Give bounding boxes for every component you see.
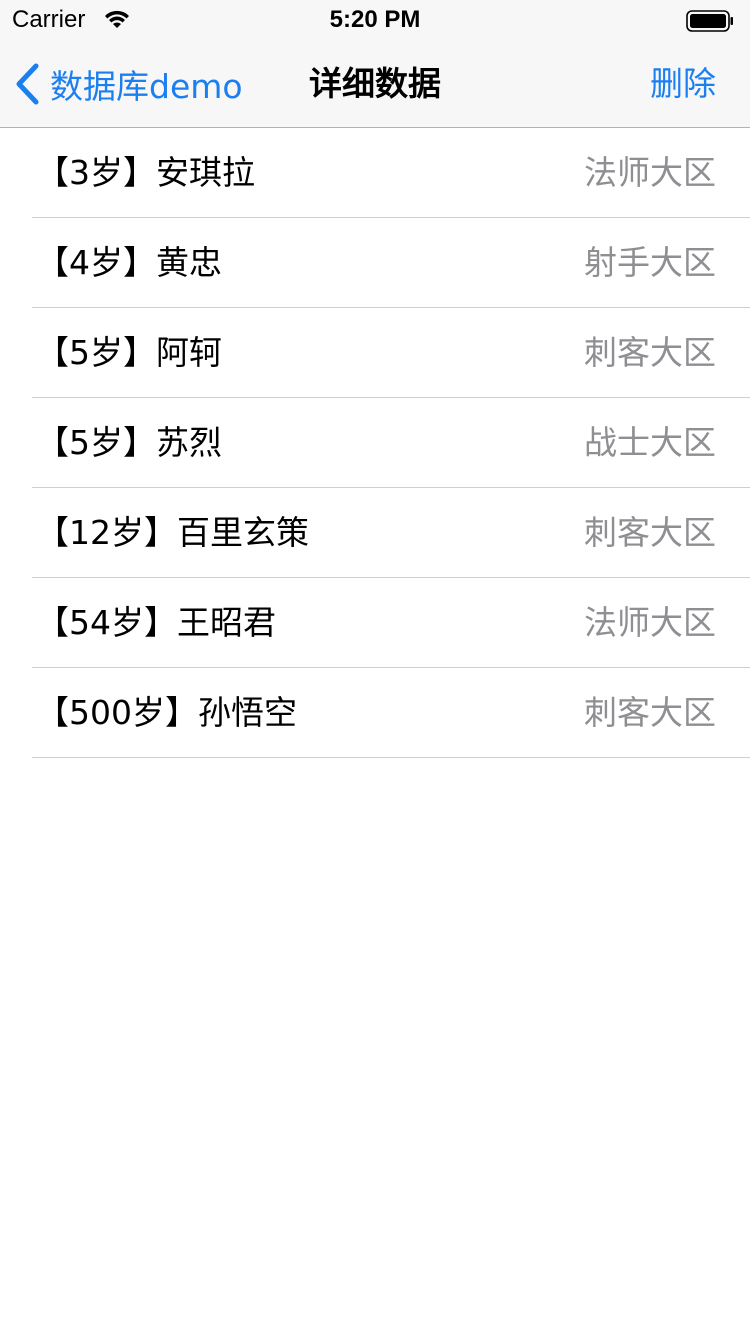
list-item-title: 【4岁】黄忠 [36, 243, 222, 282]
battery-icon [686, 10, 733, 32]
list-item-title: 【5岁】苏烈 [36, 423, 222, 462]
list-item[interactable]: 【12岁】百里玄策 刺客大区 [0, 488, 750, 578]
status-bar: Carrier 5:20 PM [0, 0, 750, 40]
list-item-detail: 法师大区 [584, 153, 716, 192]
list-item[interactable]: 【5岁】阿轲 刺客大区 [0, 308, 750, 398]
list-item-title: 【54岁】王昭君 [36, 603, 276, 642]
list-item-title: 【3岁】安琪拉 [36, 153, 255, 192]
list-item-title: 【500岁】孙悟空 [36, 693, 297, 732]
list-item[interactable]: 【5岁】苏烈 战士大区 [0, 398, 750, 488]
list-item[interactable]: 【54岁】王昭君 法师大区 [0, 578, 750, 668]
list-item-detail: 刺客大区 [584, 513, 716, 552]
list-item[interactable]: 【500岁】孙悟空 刺客大区 [0, 668, 750, 758]
list-item[interactable]: 【4岁】黄忠 射手大区 [0, 218, 750, 308]
list-item-detail: 刺客大区 [584, 333, 716, 372]
hero-list: 【3岁】安琪拉 法师大区 【4岁】黄忠 射手大区 【5岁】阿轲 刺客大区 【5岁… [0, 128, 750, 758]
delete-button[interactable]: 删除 [650, 62, 716, 106]
clock: 5:20 PM [329, 6, 421, 33]
list-item-title: 【12岁】百里玄策 [36, 513, 309, 552]
top-bar: Carrier 5:20 PM 数据库demo 详细数据 删除 [0, 0, 750, 128]
back-button[interactable]: 数据库demo [14, 58, 243, 110]
screen: Carrier 5:20 PM 数据库demo 详细数据 删除 【3岁】安琪拉 … [0, 0, 750, 1334]
list-item-title: 【5岁】阿轲 [36, 333, 222, 372]
back-button-label: 数据库demo [50, 67, 243, 106]
list-item[interactable]: 【3岁】安琪拉 法师大区 [0, 128, 750, 218]
navigation-bar: 数据库demo 详细数据 删除 [0, 40, 750, 128]
chevron-left-icon [16, 63, 39, 105]
list-item-detail: 刺客大区 [584, 693, 716, 732]
list-item-detail: 战士大区 [584, 423, 716, 462]
list-item-detail: 法师大区 [584, 603, 716, 642]
list-item-detail: 射手大区 [584, 243, 716, 282]
